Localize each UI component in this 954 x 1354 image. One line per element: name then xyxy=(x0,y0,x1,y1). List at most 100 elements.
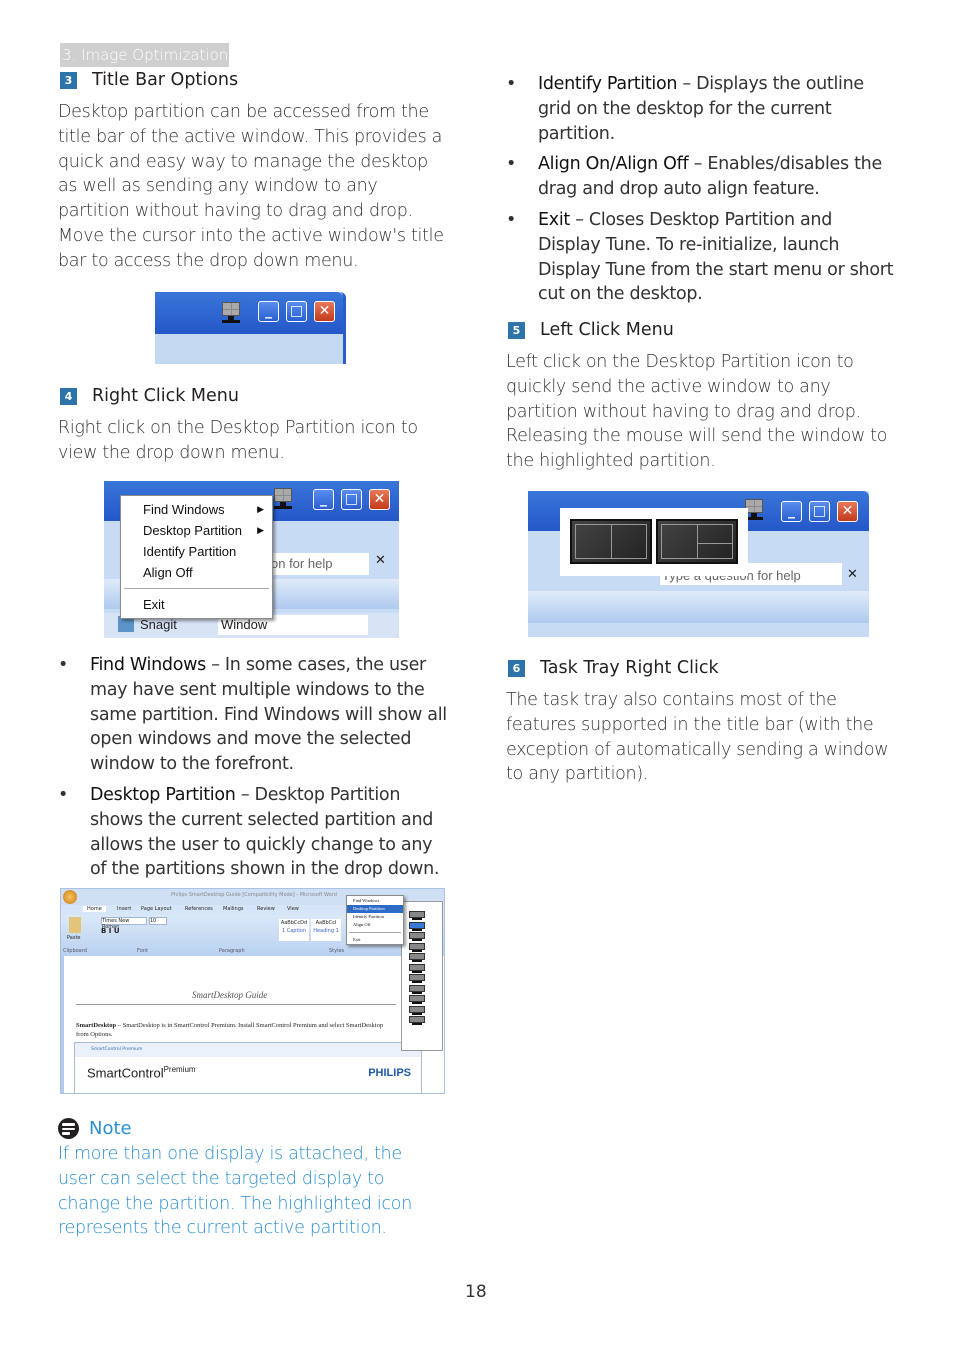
partition-layout-option-icon[interactable] xyxy=(409,953,425,963)
group-font: Font xyxy=(137,948,148,954)
right-click-menu-body: Right click on the Desktop Partition ico… xyxy=(58,418,418,463)
minimize-button[interactable]: _ xyxy=(781,501,802,522)
smartcontrol-window: SmartControl Premium ?✕ SmartControlPrem… xyxy=(74,1042,422,1093)
heading-text: Task Tray Right Click xyxy=(540,658,719,678)
bold-button[interactable]: B I U xyxy=(101,927,120,935)
menu-item-exit[interactable]: Exit xyxy=(347,936,403,944)
section-tag: 3. Image Optimization xyxy=(60,43,229,67)
heading-text: Title Bar Options xyxy=(92,70,239,90)
menu-item-align-off[interactable]: Align Off xyxy=(121,562,272,583)
close-button[interactable]: ✕ xyxy=(314,301,335,322)
menu-item-desktop-partition[interactable]: Desktop Partition ▶ xyxy=(121,520,272,541)
partition-layout-option-icon[interactable] xyxy=(409,921,425,932)
partition-layout-option-icon[interactable] xyxy=(409,942,425,953)
list-item-desktop-partition: • Desktop Partition – Desktop Partition s… xyxy=(58,784,440,880)
menu-item-find-windows[interactable]: Find Windows xyxy=(347,897,403,905)
page-number: 18 xyxy=(465,1282,487,1302)
style-caption[interactable]: AaBbCcDd 1 Caption xyxy=(279,919,309,941)
left-click-screenshot: _ □ ✕ Type a question for help ✕ xyxy=(528,491,869,637)
list-item-exit: • Exit – Closes Desktop Partition and Dis… xyxy=(506,209,894,305)
note-icon xyxy=(58,1118,79,1139)
document-area: SmartDesktop Guide SmartDesktop – SmartD… xyxy=(61,956,444,1093)
close-button[interactable]: ✕ xyxy=(369,489,390,510)
menu-separator xyxy=(124,588,269,589)
left-click-menu-body: Left click on the Desktop Partition icon… xyxy=(506,352,888,472)
desktop-partition-icon[interactable] xyxy=(220,302,242,324)
toolbar xyxy=(528,591,869,623)
word-screenshot: Philips SmartDesktop Guide [Compatibilit… xyxy=(60,888,445,1094)
partition-layout-option-icon[interactable] xyxy=(409,932,425,942)
title-bar-options-body: Desktop partition can be accessed from t… xyxy=(58,102,444,271)
menu-item-find-windows[interactable]: Find Windows ▶ xyxy=(121,499,272,520)
task-tray-body: The task tray also contains most of the … xyxy=(506,690,889,785)
section-number-badge: 6 xyxy=(508,659,525,677)
context-menu: Find Windows ▶ Desktop Partition ▶ Identif… xyxy=(120,495,273,619)
partition-layout-option-icon[interactable] xyxy=(409,995,425,1005)
word-window-title: Philips SmartDesktop Guide [Compatibilit… xyxy=(171,892,337,898)
partition-layout-option-icon[interactable] xyxy=(409,963,425,974)
right-click-menu-screenshot: _ □ ✕ on for help ✕ Snagit Window Find W… xyxy=(104,481,399,638)
tab-insert[interactable]: Insert xyxy=(117,906,131,912)
maximize-button[interactable]: □ xyxy=(286,301,307,322)
heading-text: Right Click Menu xyxy=(92,386,239,406)
heading-text: Left Click Menu xyxy=(540,320,674,340)
group-clipboard: Clipboard xyxy=(63,948,87,954)
group-paragraph: Paragraph xyxy=(219,948,245,954)
heading-left-click-menu: 5 Left Click Menu xyxy=(508,320,674,340)
help-close-icon[interactable]: ✕ xyxy=(847,567,858,582)
partition-option-two-column[interactable] xyxy=(570,519,652,564)
tab-home[interactable]: Home xyxy=(83,906,106,912)
maximize-button[interactable]: □ xyxy=(809,501,830,522)
tab-view[interactable]: View xyxy=(287,906,299,912)
section-number-badge: 3 xyxy=(60,71,77,89)
office-button[interactable] xyxy=(63,890,77,904)
tab-mailings[interactable]: Mailings xyxy=(223,906,244,912)
menu-item-identify-partition[interactable]: Identify Partition xyxy=(121,541,272,562)
tab-page-layout[interactable]: Page Layout xyxy=(141,906,172,912)
maximize-button[interactable]: □ xyxy=(341,489,362,510)
close-button[interactable]: ✕ xyxy=(837,501,858,522)
partition-option-three-pane[interactable] xyxy=(656,519,738,564)
smartcontrol-title-bar: SmartControl Premium ?✕ xyxy=(75,1043,421,1057)
heading-task-tray-right-click: 6 Task Tray Right Click xyxy=(508,658,719,678)
note-body: If more than one display is attached, th… xyxy=(58,1144,412,1239)
paste-button[interactable]: Paste xyxy=(67,935,81,941)
title-bar-screenshot: _ □ ✕ xyxy=(155,292,346,364)
style-heading-1[interactable]: AaBbCcI Heading 1 xyxy=(311,919,341,941)
minimize-button[interactable]: _ xyxy=(258,301,279,322)
snagit-button[interactable]: Snagit xyxy=(140,617,177,632)
group-styles: Styles xyxy=(329,948,345,954)
tab-review[interactable]: Review xyxy=(257,906,275,912)
heading-title-bar-options: 3 Title Bar Options xyxy=(60,70,238,90)
heading-right-click-menu: 4 Right Click Menu xyxy=(60,386,239,406)
section-number-badge: 4 xyxy=(60,387,77,405)
font-size-select[interactable]: 10 xyxy=(149,917,167,925)
section-number-badge: 5 xyxy=(508,321,525,339)
right-feature-list: • Identify Partition – Displays the outli… xyxy=(506,72,896,313)
partition-picker xyxy=(560,508,748,576)
doc-body: SmartDesktop – SmartDesktop is in SmartC… xyxy=(76,1022,384,1038)
partition-layout-option-icon[interactable] xyxy=(409,911,425,921)
partition-layout-option-icon[interactable] xyxy=(409,974,425,984)
partition-layout-option-icon[interactable] xyxy=(409,1016,425,1026)
word-context-menu: Find Windows Desktop Partition Identify … xyxy=(346,895,404,945)
partition-layout-option-icon[interactable] xyxy=(409,1005,425,1016)
list-item-identify-partition: • Identify Partition – Displays the outli… xyxy=(506,74,864,144)
menu-item-identify-partition[interactable]: Identify Partition xyxy=(347,913,403,921)
font-name-select[interactable]: Times New Roman xyxy=(101,917,147,930)
doc-heading: SmartDesktop Guide xyxy=(192,990,268,1000)
help-search-box[interactable]: on for help xyxy=(269,553,369,575)
minimize-button[interactable]: _ xyxy=(313,489,334,510)
smartcontrol-brand: SmartControlPremium xyxy=(87,1065,196,1081)
menu-item-exit[interactable]: Exit xyxy=(121,594,272,615)
desktop-partition-icon[interactable] xyxy=(272,488,294,510)
philips-logo: PHILIPS xyxy=(368,1067,411,1079)
list-item-find-windows: • Find Windows – In some cases, the user … xyxy=(58,655,447,775)
partition-layout-option-icon[interactable] xyxy=(409,984,425,995)
menu-item-desktop-partition[interactable]: Desktop Partition xyxy=(347,905,403,913)
submenu-arrow-icon: ▶ xyxy=(257,525,264,535)
paste-icon xyxy=(69,917,81,933)
help-close-icon[interactable]: ✕ xyxy=(375,553,386,568)
menu-item-align-off[interactable]: Align Off xyxy=(347,921,403,929)
tab-references[interactable]: References xyxy=(185,906,213,912)
